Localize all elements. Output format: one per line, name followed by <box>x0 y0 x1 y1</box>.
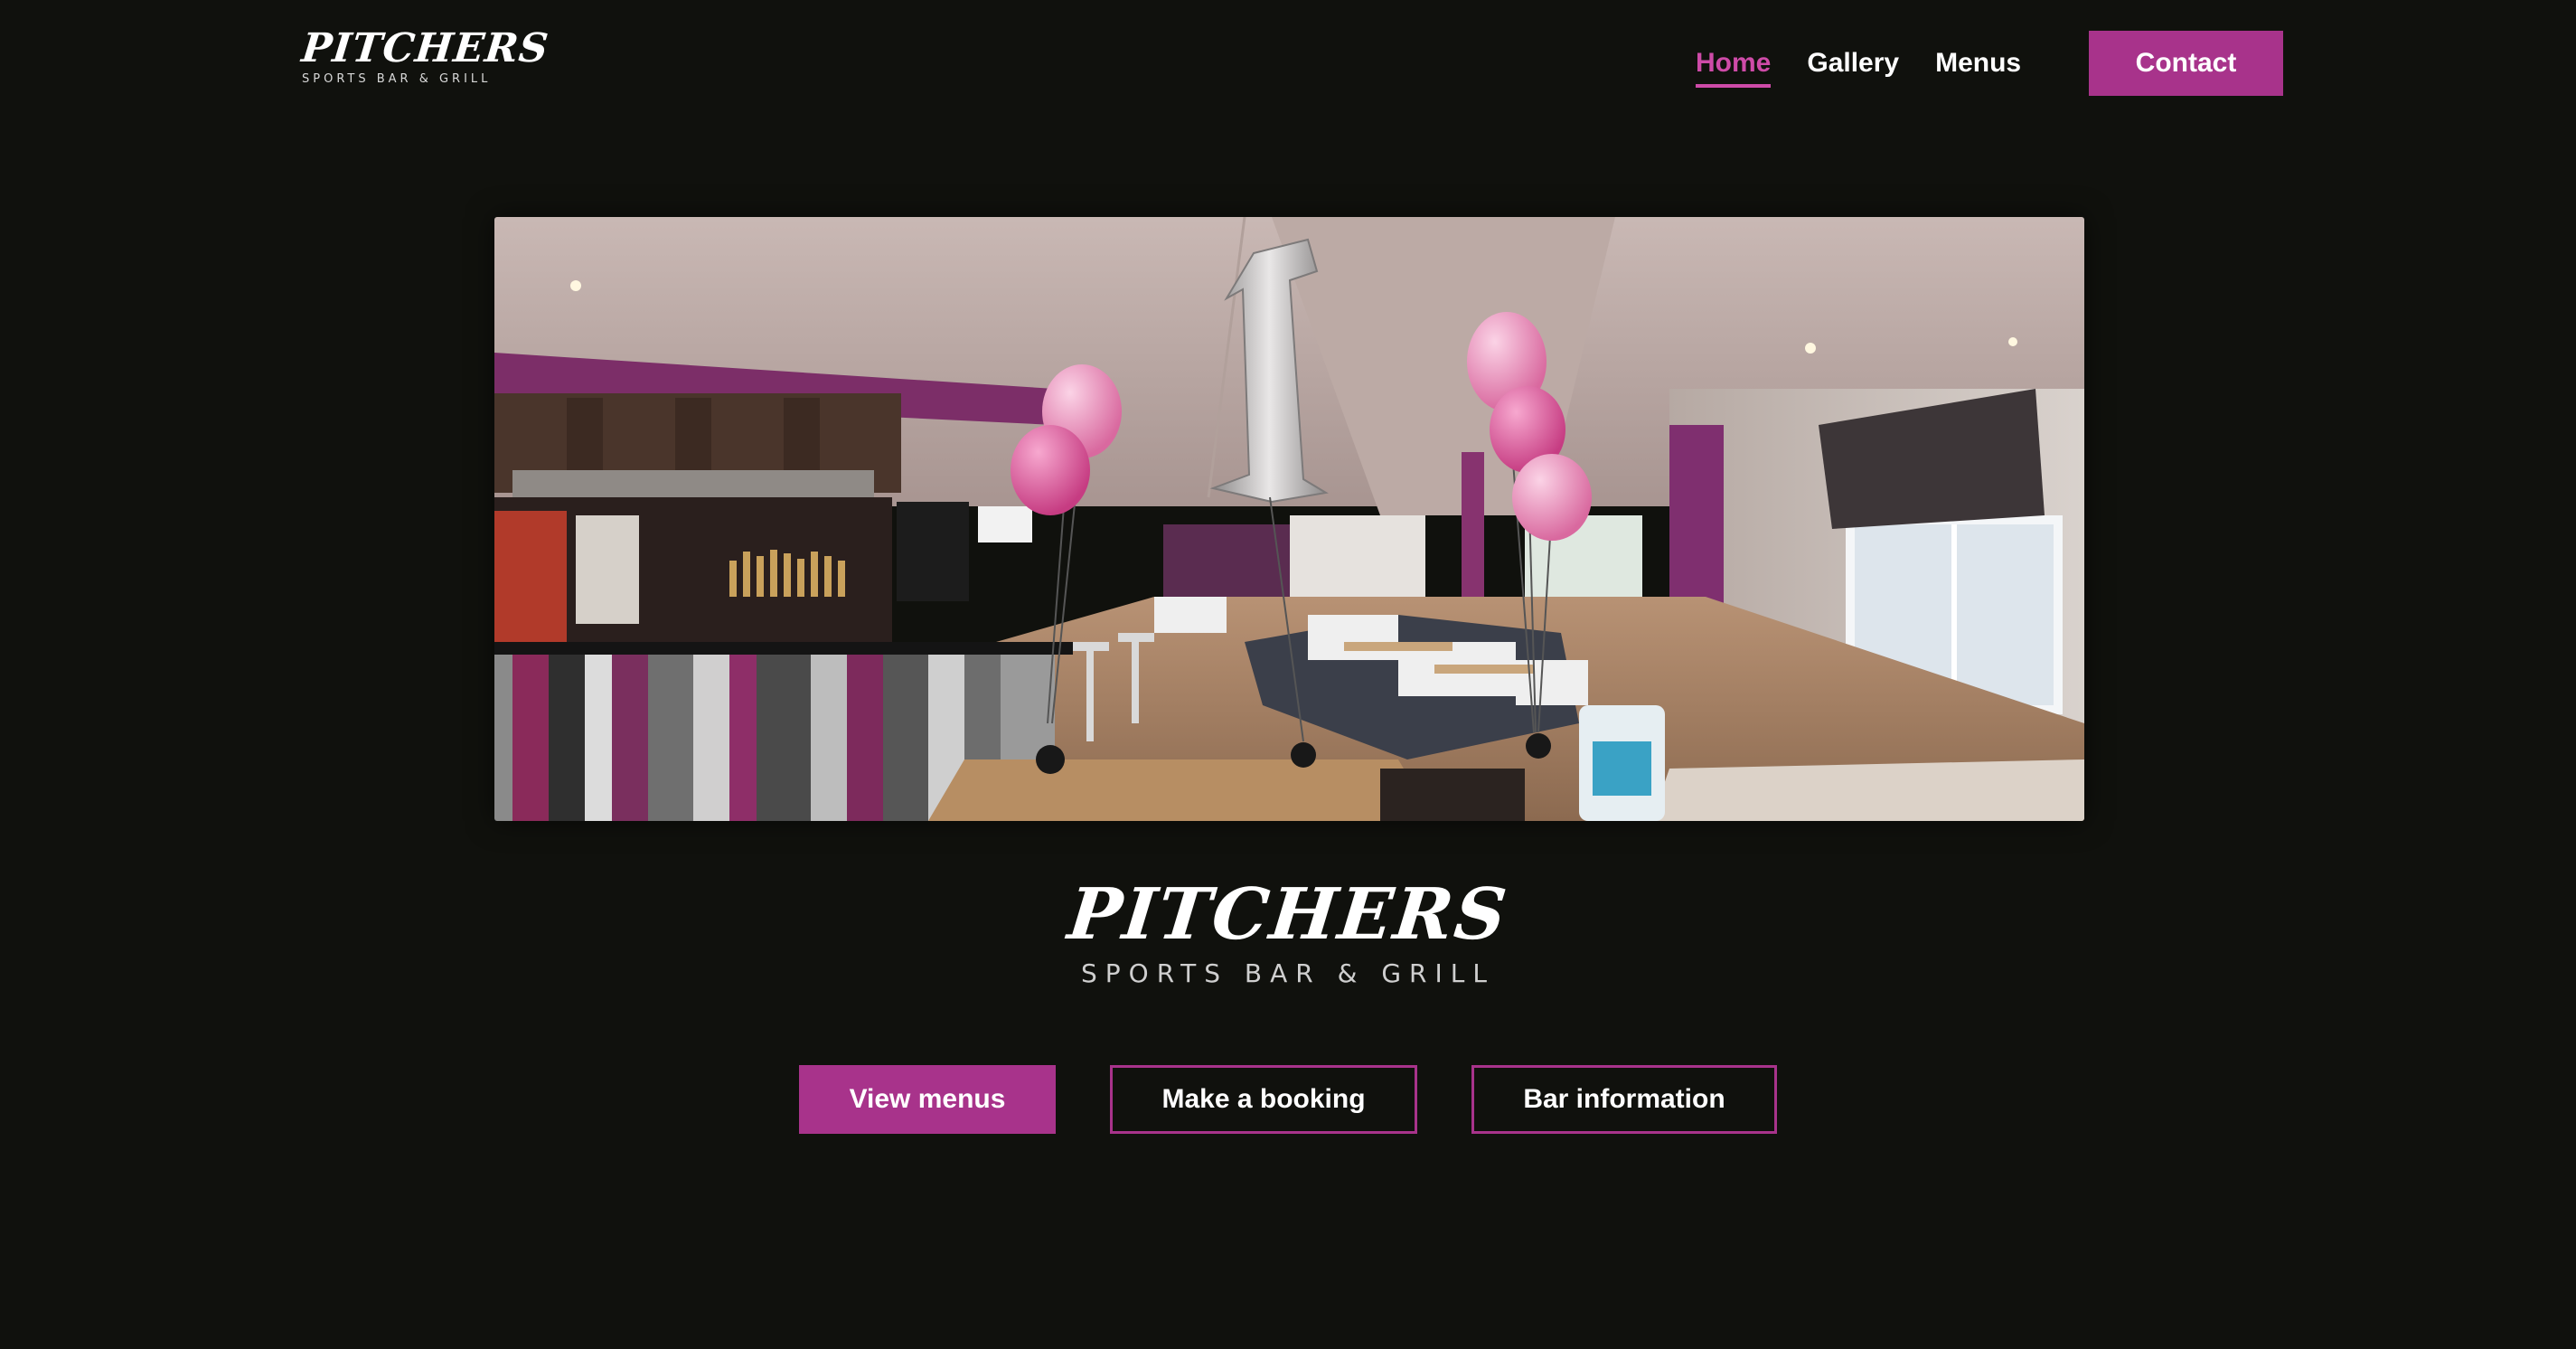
logo-name: PITCHERS <box>299 25 551 71</box>
view-menus-button[interactable]: View menus <box>799 1065 1056 1134</box>
hero-brand: PITCHERS SPORTS BAR & GRILL <box>1062 873 1514 988</box>
logo-tagline: SPORTS BAR & GRILL <box>302 72 492 86</box>
make-booking-button[interactable]: Make a booking <box>1110 1065 1417 1134</box>
main-nav: Home Gallery Menus <box>1696 31 2057 96</box>
brand-tagline: SPORTS BAR & GRILL <box>1081 958 1495 988</box>
brand-name: PITCHERS <box>1064 873 1512 956</box>
hero-bar-photo <box>494 217 2084 821</box>
nav-menus[interactable]: Menus <box>1935 39 2021 88</box>
site-header: PITCHERS SPORTS BAR & GRILL Home Gallery… <box>0 0 2576 127</box>
bar-information-button[interactable]: Bar information <box>1471 1065 1777 1134</box>
nav-home[interactable]: Home <box>1696 39 1772 88</box>
contact-button[interactable]: Contact <box>2089 31 2283 96</box>
hero-actions: View menus Make a booking Bar informatio… <box>0 1065 2576 1134</box>
site-logo[interactable]: PITCHERS SPORTS BAR & GRILL <box>299 25 551 86</box>
nav-gallery[interactable]: Gallery <box>1807 39 1899 88</box>
